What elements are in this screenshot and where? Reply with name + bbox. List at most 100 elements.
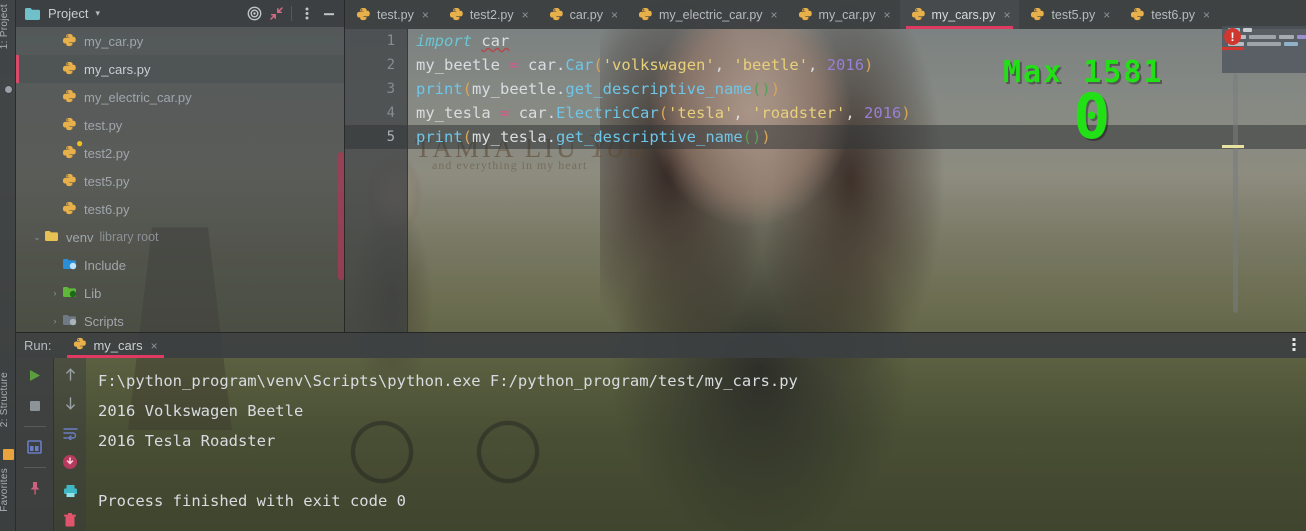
close-icon[interactable]: × (611, 8, 618, 22)
tree-item-test-py[interactable]: test.py (16, 111, 344, 139)
run-panel-options-icon[interactable] (1282, 337, 1306, 355)
editor-tab-my-car-py[interactable]: my_car.py × (787, 0, 900, 29)
editor-tab-test6-py[interactable]: test6.py × (1119, 0, 1219, 29)
tree-item-test6-py[interactable]: test6.py (16, 195, 344, 223)
code-token: ) (901, 104, 911, 122)
code-token: , (714, 56, 734, 74)
error-count-badge[interactable]: ! (1224, 28, 1241, 45)
editor-tab-car-py[interactable]: car.py × (538, 0, 627, 29)
code-token: . (556, 80, 566, 98)
python-file-icon (62, 201, 78, 217)
tree-item-test2-py[interactable]: test2.py (16, 139, 344, 167)
code-line-4[interactable]: my_tesla = car.ElectricCar('tesla', 'roa… (408, 101, 1306, 125)
scroll-from-source-icon[interactable] (243, 3, 265, 25)
run-toolbar-secondary (54, 358, 86, 531)
tree-expand-arrow-icon[interactable]: ⌄ (30, 232, 44, 243)
down-stack-button[interactable] (59, 393, 81, 414)
python-file-icon (911, 7, 926, 22)
close-icon[interactable]: × (522, 8, 529, 22)
tree-item-label: test6.py (84, 201, 130, 217)
line-number-5[interactable]: 5 (345, 125, 407, 149)
tree-item-my-electric-car-py[interactable]: my_electric_car.py (16, 83, 344, 111)
python-file-icon (549, 7, 564, 22)
sidebar-tab-structure[interactable]: 2: Structure (0, 372, 17, 427)
up-stack-button[interactable] (59, 364, 81, 385)
tree-expand-arrow-icon[interactable]: › (48, 288, 62, 298)
close-icon[interactable]: × (151, 339, 158, 353)
hide-panel-icon[interactable] (318, 3, 340, 25)
tree-item-include[interactable]: Include (16, 251, 344, 279)
soft-wrap-button[interactable] (59, 422, 81, 443)
code-line-1[interactable]: import car (408, 29, 1306, 53)
collapse-all-icon[interactable] (265, 3, 287, 25)
minimap-segment (1296, 35, 1306, 39)
line-number-3[interactable]: 3 (345, 77, 407, 101)
line-number-1[interactable]: 1 (345, 29, 407, 53)
run-tab-my-cars[interactable]: my_cars × (65, 333, 165, 358)
tree-item-scripts[interactable]: › Scripts (16, 307, 344, 332)
print-button[interactable] (59, 481, 81, 502)
tree-item-venv[interactable]: ⌄ venv library root (16, 223, 344, 251)
sidebar-tab-favorites[interactable]: Favorites (0, 468, 17, 512)
editor-tab-label: test.py (377, 7, 414, 22)
warning-stripe-mark[interactable] (1222, 145, 1244, 148)
folder-icon (24, 7, 41, 21)
code-line-5[interactable]: print(my_tesla.get_descriptive_name()) (408, 125, 1306, 149)
editor-scrollbar[interactable] (1233, 73, 1238, 313)
code-token: get_descriptive_name (565, 80, 752, 98)
close-icon[interactable]: × (884, 8, 891, 22)
layout-settings-button[interactable] (24, 436, 46, 458)
editor-code-area[interactable]: import car my_beetle = car.Car('volkswage… (408, 29, 1306, 332)
code-token: 2016 (826, 56, 865, 74)
close-icon[interactable]: × (1103, 8, 1110, 22)
minimap-segment (1284, 42, 1298, 46)
project-file-tree[interactable]: my_car.py my_cars.py my_electric_car.py tes… (16, 27, 344, 332)
sidebar-tab-project[interactable]: 1: Project (0, 4, 17, 49)
editor-tab-test-py[interactable]: test.py × (345, 0, 438, 29)
tree-item-lib[interactable]: › Lib (16, 279, 344, 307)
stop-button[interactable] (24, 395, 46, 417)
editor-line-number-gutter: 12345 (345, 29, 408, 332)
python-file-icon (1030, 7, 1045, 22)
pin-tab-button[interactable] (24, 477, 46, 499)
editor-tab-my-cars-py[interactable]: my_cars.py × (899, 0, 1020, 29)
editor-tab-test2-py[interactable]: test2.py × (438, 0, 538, 29)
code-line-3[interactable]: print(my_beetle.get_descriptive_name()) (408, 77, 1306, 101)
tree-item-label: my_car.py (84, 33, 144, 49)
python-file-icon (62, 89, 78, 105)
line-number-4[interactable]: 4 (345, 101, 407, 125)
run-console-output[interactable]: F:\python_program\venv\Scripts\python.ex… (86, 358, 1306, 531)
code-token: my_beetle (472, 80, 557, 98)
editor-tab-my-electric-car-py[interactable]: my_electric_car.py × (627, 0, 787, 29)
tree-item-my-cars-py[interactable]: my_cars.py (16, 55, 344, 83)
line-number-2[interactable]: 2 (345, 53, 407, 77)
tree-expand-arrow-icon[interactable]: › (48, 316, 62, 326)
close-icon[interactable]: × (422, 8, 429, 22)
close-icon[interactable]: × (1203, 8, 1210, 22)
tree-item-my-car-py[interactable]: my_car.py (16, 27, 344, 55)
tree-item-test5-py[interactable]: test5.py (16, 167, 344, 195)
clear-all-button[interactable] (59, 510, 81, 531)
include-folder-icon (62, 257, 78, 273)
tree-item-label: Scripts (84, 313, 124, 329)
error-stripe-mark[interactable] (1222, 47, 1244, 50)
code-token: 'roadster' (752, 104, 846, 122)
scroll-to-end-button[interactable] (59, 452, 81, 473)
project-panel-title: Project (48, 6, 89, 21)
minimap-segment (1243, 28, 1252, 32)
editor-tab-label: test2.py (469, 7, 514, 22)
editor-tab-test5-py[interactable]: test5.py × (1019, 0, 1119, 29)
code-token: 2016 (864, 104, 902, 122)
intention-bulb-icon[interactable]: ● (76, 136, 83, 150)
code-token: print (416, 80, 463, 98)
tree-item-label: Lib (84, 285, 102, 301)
close-icon[interactable]: × (771, 8, 778, 22)
close-icon[interactable]: × (1003, 8, 1010, 22)
code-line-2[interactable]: my_beetle = car.Car('volkswagen', 'beetl… (408, 53, 1306, 77)
editor-tab-bar[interactable]: test.py × test2.py × car.py × my_electric_car.… (345, 0, 1306, 29)
chevron-down-icon[interactable]: ▾ (95, 8, 100, 19)
project-panel-scrollbar[interactable] (338, 152, 344, 280)
options-menu-icon[interactable] (296, 3, 318, 25)
rerun-button[interactable] (24, 364, 46, 386)
